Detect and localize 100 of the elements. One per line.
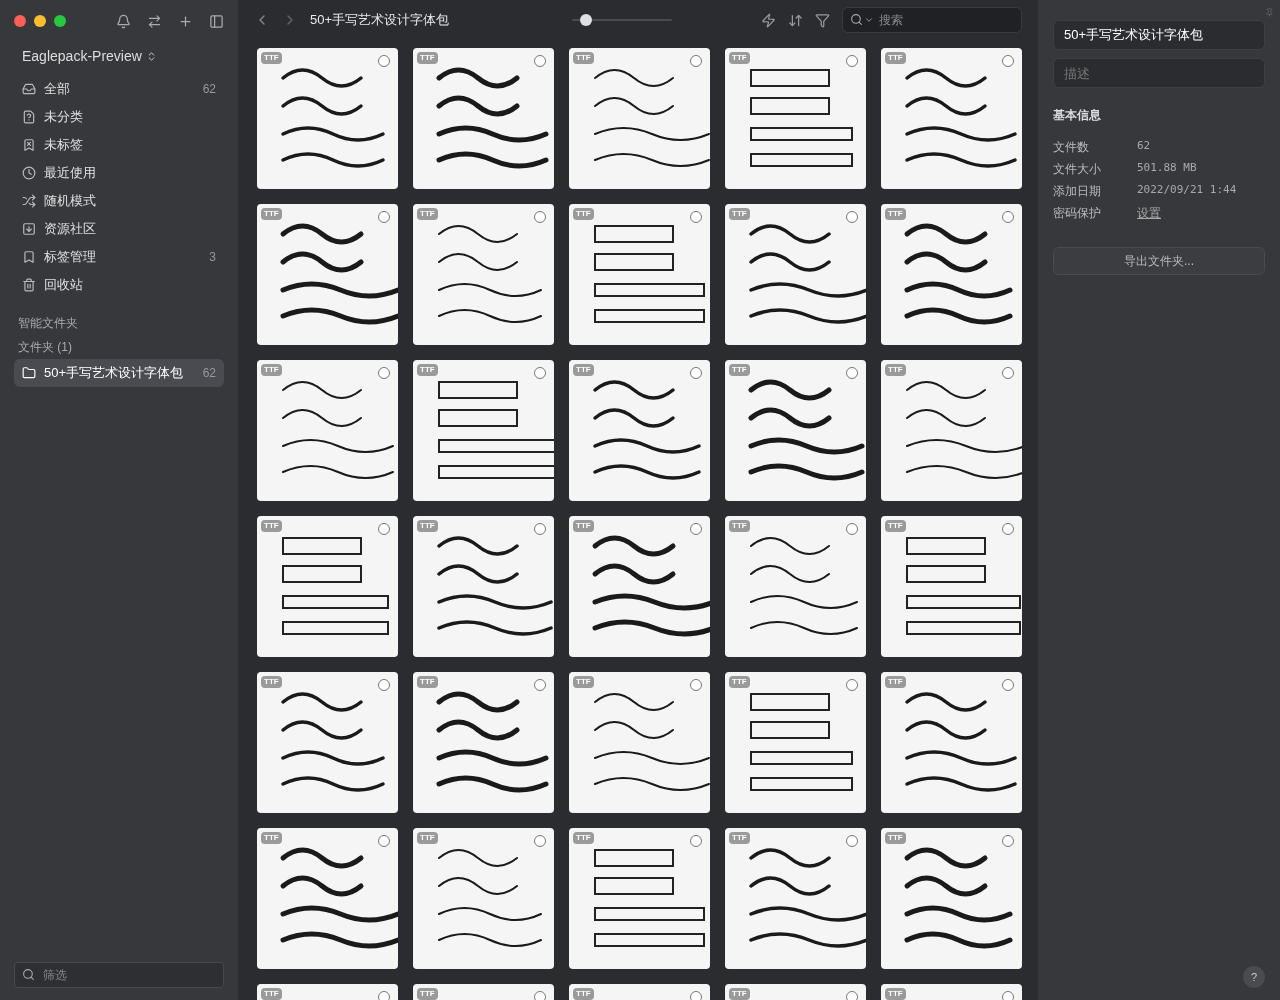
help-button[interactable]: ?	[1243, 966, 1265, 988]
font-thumbnail[interactable]: TTF	[413, 360, 554, 501]
folder-title: 50+手写艺术设计字体包	[310, 11, 451, 30]
sidebar-item[interactable]: 随机模式	[14, 187, 224, 215]
file-type-tag: TTF	[261, 676, 282, 688]
font-thumbnail[interactable]: TTF	[413, 516, 554, 657]
folder-item[interactable]: 50+手写艺术设计字体包 62	[14, 359, 224, 387]
sort-icon[interactable]	[788, 12, 803, 28]
select-checkbox[interactable]	[846, 991, 858, 1000]
item-count: 3	[209, 249, 216, 266]
inbox-icon	[22, 82, 36, 96]
question-icon	[22, 110, 36, 124]
sidebar-item[interactable]: 未标签	[14, 131, 224, 159]
font-thumbnail[interactable]: TTF	[725, 828, 866, 969]
sidebar-toggle-icon[interactable]	[209, 13, 224, 29]
sidebar-item[interactable]: 最近使用	[14, 159, 224, 187]
font-thumbnail[interactable]: TTF	[881, 516, 1022, 657]
sidebar-item[interactable]: 未分类	[14, 103, 224, 131]
item-count: 62	[202, 81, 216, 98]
font-thumbnail[interactable]: TTF	[725, 516, 866, 657]
slider-thumb[interactable]	[580, 14, 592, 26]
file-type-tag: TTF	[885, 364, 906, 376]
font-thumbnail[interactable]: TTF	[881, 360, 1022, 501]
file-type-tag: TTF	[729, 832, 750, 844]
export-folder-button[interactable]: 导出文件夹...	[1053, 247, 1265, 275]
maximize-window-button[interactable]	[54, 15, 66, 27]
font-thumbnail[interactable]: TTF	[725, 984, 866, 1000]
font-thumbnail[interactable]: TTF	[257, 204, 398, 345]
search-field[interactable]: 搜索	[842, 7, 1022, 33]
font-thumbnail[interactable]: TTF	[881, 204, 1022, 345]
swap-icon[interactable]	[147, 13, 162, 29]
file-type-tag: TTF	[261, 208, 282, 220]
filter-field[interactable]: 筛选	[14, 962, 224, 988]
font-thumbnail[interactable]: TTF	[725, 672, 866, 813]
font-thumbnail[interactable]: TTF	[881, 48, 1022, 189]
select-checkbox[interactable]	[378, 991, 390, 1000]
font-thumbnail[interactable]: TTF	[413, 204, 554, 345]
file-type-tag: TTF	[261, 520, 282, 532]
folder-label: 50+手写艺术设计字体包	[44, 364, 185, 383]
bell-icon[interactable]	[116, 13, 131, 29]
sidebar-item-label: 标签管理	[44, 248, 97, 267]
sidebar-item[interactable]: 标签管理 3	[14, 243, 224, 271]
file-type-tag: TTF	[573, 208, 594, 220]
close-window-button[interactable]	[14, 15, 26, 27]
file-type-tag: TTF	[573, 832, 594, 844]
font-thumbnail[interactable]: TTF	[569, 984, 710, 1000]
font-thumbnail[interactable]: TTF	[569, 828, 710, 969]
font-thumbnail[interactable]: TTF	[413, 672, 554, 813]
font-thumbnail[interactable]: TTF	[881, 984, 1022, 1000]
file-type-tag: TTF	[729, 988, 750, 1000]
name-field[interactable]: 50+手写艺术设计字体包	[1053, 20, 1265, 50]
font-thumbnail[interactable]: TTF	[725, 204, 866, 345]
sidebar-item[interactable]: 回收站	[14, 271, 224, 299]
font-thumbnail[interactable]: TTF	[569, 516, 710, 657]
font-thumbnail[interactable]: TTF	[569, 672, 710, 813]
sidebar-item[interactable]: 全部 62	[14, 75, 224, 103]
sidebar-item[interactable]: 资源社区	[14, 215, 224, 243]
font-thumbnail[interactable]: TTF	[725, 360, 866, 501]
font-thumbnail[interactable]: TTF	[257, 672, 398, 813]
font-thumbnail[interactable]: TTF	[257, 828, 398, 969]
item-count: 62	[202, 365, 216, 382]
file-type-tag: TTF	[261, 364, 282, 376]
file-type-tag: TTF	[417, 364, 438, 376]
file-type-tag: TTF	[729, 364, 750, 376]
zoom-slider[interactable]	[572, 13, 672, 27]
file-type-tag: TTF	[573, 676, 594, 688]
select-checkbox[interactable]	[534, 991, 546, 1000]
shuffle-icon	[22, 194, 36, 208]
font-thumbnail[interactable]: TTF	[569, 48, 710, 189]
font-thumbnail[interactable]: TTF	[257, 360, 398, 501]
font-thumbnail[interactable]: TTF	[881, 672, 1022, 813]
file-type-tag: TTF	[885, 676, 906, 688]
minimize-window-button[interactable]	[34, 15, 46, 27]
filter-icon[interactable]	[815, 12, 830, 28]
description-field[interactable]: 描述	[1053, 58, 1265, 88]
file-type-tag: TTF	[261, 52, 282, 64]
lightning-icon[interactable]	[761, 12, 776, 28]
font-thumbnail[interactable]: TTF	[257, 48, 398, 189]
info-value: 501.88 MB	[1137, 160, 1197, 177]
set-password-link[interactable]: 设置	[1137, 203, 1161, 222]
font-thumbnail[interactable]: TTF	[257, 516, 398, 657]
file-type-tag: TTF	[573, 520, 594, 532]
select-checkbox[interactable]	[690, 991, 702, 1000]
font-thumbnail[interactable]: TTF	[413, 984, 554, 1000]
font-thumbnail[interactable]: TTF	[413, 828, 554, 969]
font-thumbnail[interactable]: TTF	[569, 204, 710, 345]
download-icon	[22, 222, 36, 236]
font-thumbnail[interactable]: TTF	[569, 360, 710, 501]
font-thumbnail[interactable]: TTF	[257, 984, 398, 1000]
font-thumbnail[interactable]: TTF	[725, 48, 866, 189]
library-switcher[interactable]: Eaglepack-Preview	[22, 46, 157, 67]
font-thumbnail[interactable]: TTF	[413, 48, 554, 189]
file-type-tag: TTF	[573, 52, 594, 64]
font-thumbnail[interactable]: TTF	[881, 828, 1022, 969]
file-type-tag: TTF	[261, 988, 282, 1000]
select-checkbox[interactable]	[1002, 991, 1014, 1000]
sidebar-item-label: 未分类	[44, 108, 84, 127]
search-icon	[22, 968, 35, 981]
add-icon[interactable]	[178, 13, 193, 29]
sidebar-item-label: 全部	[44, 80, 71, 99]
